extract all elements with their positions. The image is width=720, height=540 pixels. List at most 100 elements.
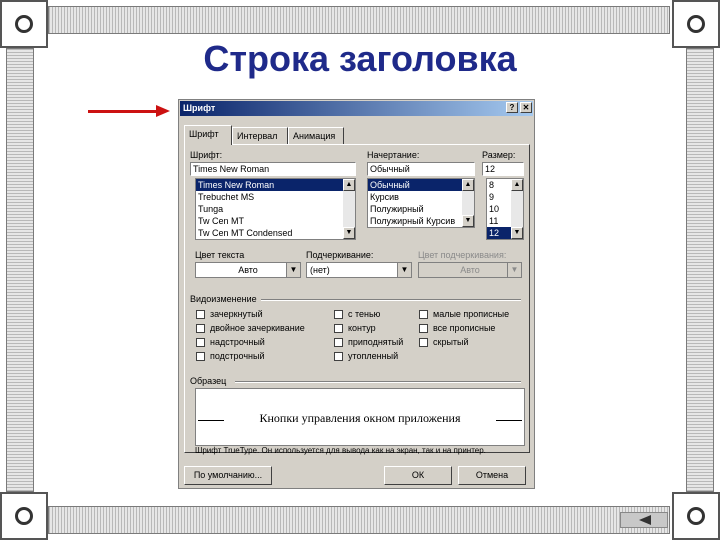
checkbox-box[interactable]	[334, 338, 343, 348]
checkbox-label: все прописные	[433, 323, 496, 333]
checkbox-box[interactable]	[419, 310, 428, 320]
list-item[interactable]: Tw Cen MT	[196, 215, 355, 227]
checkbox-label: зачеркнутый	[210, 309, 263, 319]
list-item[interactable]: Trebuchet MS	[196, 191, 355, 203]
ring-icon	[15, 507, 33, 525]
checkbox-box[interactable]	[196, 352, 205, 362]
slide-title: Строка заголовка	[203, 38, 517, 79]
hidden-checkbox[interactable]: скрытый	[419, 337, 469, 348]
engrave-checkbox[interactable]: утопленный	[334, 351, 399, 362]
previous-slide-button[interactable]	[620, 512, 668, 528]
underline-color-label: Цвет подчеркивания:	[418, 250, 507, 260]
sample-preview: Кнопки управления окном приложения	[195, 388, 525, 446]
checkbox-label: малые прописные	[433, 309, 510, 319]
size-list[interactable]: 8 9 10 11 12 ▲ ▼	[486, 178, 524, 240]
all-caps-checkbox[interactable]: все прописные	[419, 323, 496, 334]
size-label: Размер:	[482, 150, 516, 160]
scroll-down-icon[interactable]: ▼	[462, 215, 474, 227]
tab-font[interactable]: Шрифт	[184, 125, 232, 145]
chevron-down-icon: ▼	[507, 263, 521, 277]
small-caps-checkbox[interactable]: малые прописные	[419, 309, 510, 320]
bottom-frame-bar	[48, 506, 670, 534]
preview-line-right	[496, 420, 522, 421]
scroll-down-icon[interactable]: ▼	[511, 227, 523, 239]
emboss-checkbox[interactable]: приподнятый	[334, 337, 404, 348]
strikethrough-checkbox[interactable]: зачеркнутый	[196, 309, 263, 320]
checkbox-box[interactable]	[196, 324, 205, 334]
ring-icon	[687, 507, 705, 525]
font-input[interactable]: Times New Roman	[190, 162, 356, 176]
checkbox-box[interactable]	[196, 338, 205, 348]
close-button[interactable]: ✕	[520, 102, 532, 113]
dialog-title: Шрифт	[183, 103, 216, 113]
tab-animation[interactable]: Анимация	[288, 127, 344, 144]
size-input[interactable]: 12	[482, 162, 524, 176]
shadow-checkbox[interactable]: с тенью	[334, 309, 381, 320]
help-button[interactable]: ?	[506, 102, 518, 113]
checkbox-label: с тенью	[348, 309, 381, 319]
dialog-title-bar[interactable]: Шрифт	[180, 101, 533, 116]
chevron-down-icon[interactable]: ▼	[286, 263, 300, 277]
list-item[interactable]: Tunga	[196, 203, 355, 215]
ring-icon	[15, 15, 33, 33]
checkbox-label: подстрочный	[210, 351, 265, 361]
color-select[interactable]: Авто ▼	[195, 262, 301, 278]
checkbox-box[interactable]	[196, 310, 205, 320]
style-list[interactable]: Обычный Курсив Полужирный Полужирный Кур…	[367, 178, 475, 228]
font-list-scrollbar[interactable]: ▲ ▼	[343, 179, 355, 239]
font-dialog: Шрифт ? ✕ Шрифт Интервал Анимация Шрифт:…	[178, 99, 535, 489]
default-button[interactable]: По умолчанию...	[184, 466, 272, 485]
underline-select[interactable]: (нет) ▼	[306, 262, 412, 278]
tab-spacing[interactable]: Интервал	[232, 127, 288, 144]
size-list-scrollbar[interactable]: ▲ ▼	[511, 179, 523, 239]
scroll-up-icon[interactable]: ▲	[511, 179, 523, 191]
list-item[interactable]: Полужирный Курсив	[368, 215, 474, 227]
font-info-text: Шрифт TrueType. Он используется для выво…	[195, 446, 486, 455]
sample-label: Образец	[190, 376, 227, 386]
left-frame-bar	[6, 48, 34, 492]
checkbox-box[interactable]	[334, 324, 343, 334]
font-label: Шрифт:	[190, 150, 223, 160]
checkbox-label: приподнятый	[348, 337, 404, 347]
ring-icon	[687, 15, 705, 33]
checkbox-box[interactable]	[419, 338, 428, 348]
pointer-arrow-icon	[156, 105, 170, 117]
scroll-up-icon[interactable]: ▲	[343, 179, 355, 191]
sample-text: Кнопки управления окном приложения	[259, 411, 461, 425]
list-item[interactable]: Обычный	[368, 179, 474, 191]
superscript-checkbox[interactable]: надстрочный	[196, 337, 265, 348]
chevron-down-icon[interactable]: ▼	[397, 263, 411, 277]
checkbox-label: надстрочный	[210, 337, 265, 347]
list-item[interactable]: Tw Cen MT Condensed	[196, 227, 355, 239]
checkbox-label: скрытый	[433, 337, 469, 347]
outline-checkbox[interactable]: контур	[334, 323, 376, 334]
underline-label: Подчеркивание:	[306, 250, 374, 260]
style-label: Начертание:	[367, 150, 420, 160]
checkbox-label: утопленный	[348, 351, 399, 361]
right-frame-bar	[686, 48, 714, 492]
list-item[interactable]: Курсив	[368, 191, 474, 203]
subscript-checkbox[interactable]: подстрочный	[196, 351, 265, 362]
corner-bottom-right	[672, 492, 720, 540]
underline-color-value: Авто	[460, 265, 480, 275]
list-item[interactable]: Полужирный	[368, 203, 474, 215]
checkbox-label: контур	[348, 323, 376, 333]
style-input[interactable]: Обычный	[367, 162, 475, 176]
checkbox-label: двойное зачеркивание	[210, 323, 305, 333]
top-frame-bar	[48, 6, 670, 34]
color-value: Авто	[238, 265, 258, 275]
checkbox-box[interactable]	[334, 352, 343, 362]
underline-value: (нет)	[310, 265, 330, 275]
underline-color-select: Авто ▼	[418, 262, 522, 278]
cancel-button[interactable]: Отмена	[458, 466, 526, 485]
style-list-scrollbar[interactable]: ▲ ▼	[462, 179, 474, 227]
checkbox-box[interactable]	[419, 324, 428, 334]
ok-button[interactable]: ОК	[384, 466, 452, 485]
double-strikethrough-checkbox[interactable]: двойное зачеркивание	[196, 323, 305, 334]
font-list[interactable]: Times New Roman Trebuchet MS Tunga Tw Ce…	[195, 178, 356, 240]
sample-divider	[235, 381, 521, 383]
checkbox-box[interactable]	[334, 310, 343, 320]
scroll-down-icon[interactable]: ▼	[343, 227, 355, 239]
scroll-up-icon[interactable]: ▲	[462, 179, 474, 191]
list-item[interactable]: Times New Roman	[196, 179, 355, 191]
